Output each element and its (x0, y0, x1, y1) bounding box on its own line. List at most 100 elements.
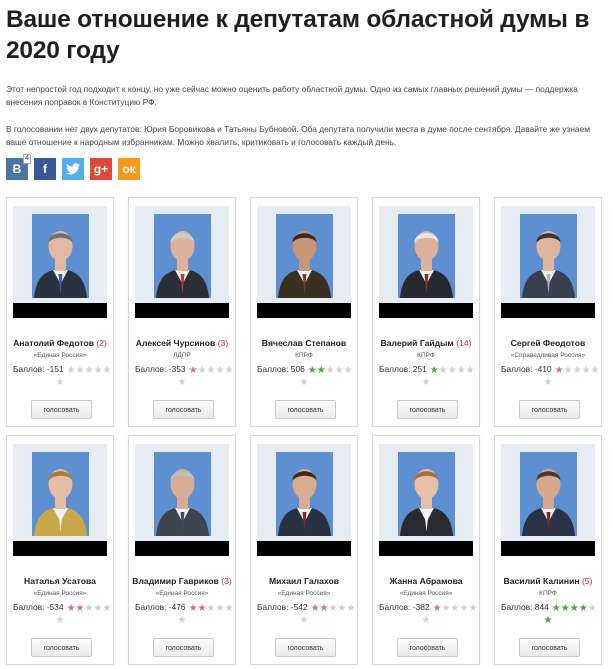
rating-star-icon[interactable]: ★ (561, 604, 570, 614)
rating-stars[interactable]: ★★★★★ (311, 603, 356, 614)
rating-star-icon[interactable]: ★ (93, 366, 102, 376)
rating-stars[interactable]: ★★★★★ (430, 365, 475, 376)
vote-button[interactable]: голосовать (153, 638, 214, 657)
rating-star-icon[interactable]: ★ (573, 366, 582, 376)
rating-star-icon[interactable]: ★ (189, 366, 198, 376)
comment-count[interactable]: (3) (218, 338, 229, 348)
rating-star-icon[interactable]: ★ (215, 366, 224, 376)
share-odnoklassniki-button[interactable]: ок (118, 158, 140, 180)
share-vk-button[interactable]: В4 (6, 154, 31, 180)
rating-star-icon[interactable]: ★ (317, 366, 326, 376)
rating-star-icon[interactable]: ★ (198, 604, 207, 614)
rating-stars[interactable]: ★★★★★ (308, 365, 353, 376)
extra-star-icon[interactable]: ★ (251, 377, 357, 388)
rating-star-icon[interactable]: ★ (459, 604, 468, 614)
rating-star-icon[interactable]: ★ (198, 366, 207, 376)
rating-star-icon[interactable]: ★ (207, 366, 216, 376)
comment-count[interactable]: (14) (456, 338, 471, 348)
rating-star-icon[interactable]: ★ (224, 604, 233, 614)
deputy-name[interactable]: Анатолий Федотов (13, 338, 94, 348)
rating-star-icon[interactable]: ★ (442, 604, 451, 614)
rating-stars[interactable]: ★★★★★ (189, 603, 234, 614)
rating-star-icon[interactable]: ★ (67, 604, 76, 614)
rating-star-icon[interactable]: ★ (308, 366, 317, 376)
rating-star-icon[interactable]: ★ (320, 604, 329, 614)
rating-star-icon[interactable]: ★ (555, 366, 564, 376)
rating-star-icon[interactable]: ★ (67, 366, 76, 376)
rating-star-icon[interactable]: ★ (102, 366, 111, 376)
rating-star-icon[interactable]: ★ (93, 604, 102, 614)
rating-stars[interactable]: ★★★★★ (552, 603, 597, 614)
rating-star-icon[interactable]: ★ (335, 366, 344, 376)
vote-button[interactable]: голосовать (275, 400, 336, 419)
rating-stars[interactable]: ★★★★★ (67, 603, 112, 614)
share-twitter-button[interactable] (62, 158, 84, 180)
rating-star-icon[interactable]: ★ (76, 604, 85, 614)
vote-button[interactable]: голосовать (153, 400, 214, 419)
rating-stars[interactable]: ★★★★★ (555, 365, 600, 376)
extra-star-icon[interactable]: ★ (251, 615, 357, 626)
rating-star-icon[interactable]: ★ (224, 366, 233, 376)
deputy-name[interactable]: Михаил Галахов (269, 576, 339, 586)
rating-star-icon[interactable]: ★ (215, 604, 224, 614)
comment-count[interactable]: (5) (582, 576, 593, 586)
extra-star-icon[interactable]: ★ (495, 377, 601, 388)
rating-star-icon[interactable]: ★ (552, 604, 561, 614)
rating-star-icon[interactable]: ★ (588, 604, 597, 614)
rating-star-icon[interactable]: ★ (466, 366, 475, 376)
rating-star-icon[interactable]: ★ (564, 366, 573, 376)
extra-star-icon[interactable]: ★ (495, 615, 601, 626)
share-google-plus-button[interactable]: g+ (90, 158, 112, 180)
vote-button[interactable]: голосовать (275, 638, 336, 657)
vote-button[interactable]: голосовать (31, 400, 92, 419)
extra-star-icon[interactable]: ★ (373, 615, 479, 626)
rating-star-icon[interactable]: ★ (570, 604, 579, 614)
rating-star-icon[interactable]: ★ (344, 366, 353, 376)
rating-star-icon[interactable]: ★ (76, 366, 85, 376)
deputy-name[interactable]: Валерий Гайдым (381, 338, 454, 348)
extra-star-icon[interactable]: ★ (7, 377, 113, 388)
rating-star-icon[interactable]: ★ (430, 366, 439, 376)
share-facebook-button[interactable]: f (34, 158, 56, 180)
rating-star-icon[interactable]: ★ (457, 366, 466, 376)
rating-star-icon[interactable]: ★ (448, 366, 457, 376)
rating-star-icon[interactable]: ★ (346, 604, 355, 614)
rating-stars[interactable]: ★★★★★ (433, 603, 478, 614)
extra-star-icon[interactable]: ★ (7, 615, 113, 626)
vote-button[interactable]: голосовать (31, 638, 92, 657)
rating-star-icon[interactable]: ★ (590, 366, 599, 376)
rating-star-icon[interactable]: ★ (311, 604, 320, 614)
rating-stars[interactable]: ★★★★★ (189, 365, 234, 376)
deputy-name[interactable]: Алексей Чурсинов (136, 338, 216, 348)
rating-star-icon[interactable]: ★ (85, 604, 94, 614)
rating-star-icon[interactable]: ★ (579, 604, 588, 614)
rating-star-icon[interactable]: ★ (433, 604, 442, 614)
rating-star-icon[interactable]: ★ (189, 604, 198, 614)
deputy-name[interactable]: Василий Калинин (504, 576, 580, 586)
deputy-name[interactable]: Сергей Феодотов (511, 338, 586, 348)
rating-star-icon[interactable]: ★ (337, 604, 346, 614)
extra-star-icon[interactable]: ★ (129, 377, 235, 388)
rating-stars[interactable]: ★★★★★ (67, 365, 112, 376)
deputy-name[interactable]: Вячеслав Степанов (262, 338, 346, 348)
rating-star-icon[interactable]: ★ (326, 366, 335, 376)
vote-button[interactable]: голосовать (519, 400, 580, 419)
rating-star-icon[interactable]: ★ (451, 604, 460, 614)
vote-button[interactable]: голосовать (397, 400, 458, 419)
rating-star-icon[interactable]: ★ (102, 604, 111, 614)
vote-button[interactable]: голосовать (397, 638, 458, 657)
rating-star-icon[interactable]: ★ (581, 366, 590, 376)
rating-star-icon[interactable]: ★ (439, 366, 448, 376)
deputy-name[interactable]: Наталья Усатова (24, 576, 96, 586)
comment-count[interactable]: (2) (96, 338, 107, 348)
deputy-name[interactable]: Жанна Абрамова (389, 576, 462, 586)
rating-star-icon[interactable]: ★ (207, 604, 216, 614)
rating-star-icon[interactable]: ★ (468, 604, 477, 614)
deputy-name[interactable]: Владимир Гавриков (132, 576, 219, 586)
vote-button[interactable]: голосовать (519, 638, 580, 657)
extra-star-icon[interactable]: ★ (129, 615, 235, 626)
comment-count[interactable]: (3) (221, 576, 232, 586)
rating-star-icon[interactable]: ★ (85, 366, 94, 376)
rating-star-icon[interactable]: ★ (329, 604, 338, 614)
extra-star-icon[interactable]: ★ (373, 377, 479, 388)
